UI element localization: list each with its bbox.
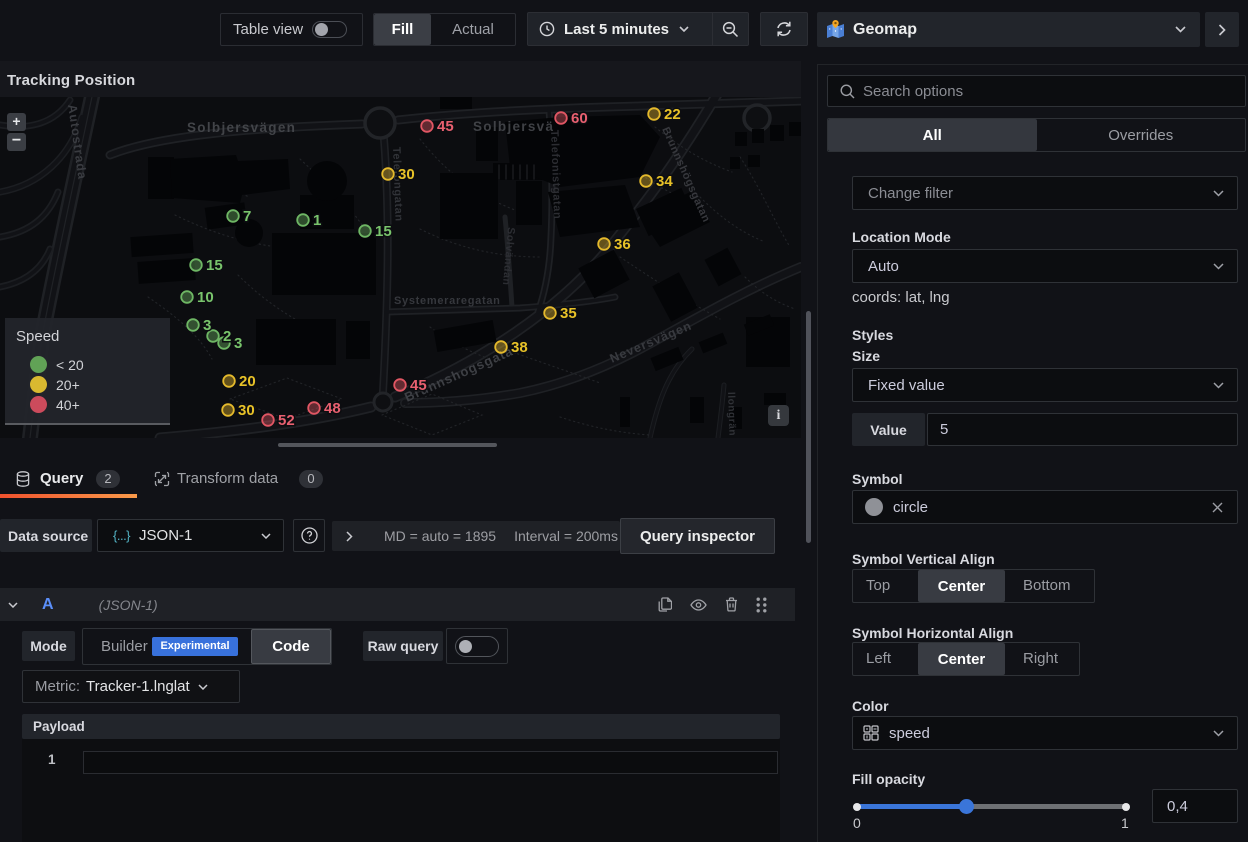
svg-text:3: 3 [234,335,242,352]
svg-text:Telefongatan: Telefongatan [390,147,405,222]
svg-text:15: 15 [375,223,392,240]
svg-text:Solbjersvägen: Solbjersvägen [187,120,296,135]
svg-text:Solbjersvä: Solbjersvä [473,119,554,134]
svg-text:1: 1 [313,212,321,229]
svg-text:20: 20 [239,373,256,390]
svg-text:45: 45 [410,377,427,394]
svg-text:3: 3 [203,317,211,334]
svg-text:22: 22 [664,106,681,123]
svg-text:36: 36 [614,236,631,253]
svg-text:45: 45 [437,118,454,135]
svg-text:7: 7 [243,208,251,225]
svg-text:34: 34 [656,173,673,190]
svg-text:2: 2 [223,328,231,345]
svg-text:35: 35 [560,305,577,322]
svg-text:10: 10 [197,289,214,306]
svg-text:30: 30 [398,166,415,183]
svg-text:38: 38 [511,339,528,356]
svg-text:Solvändan: Solvändan [500,227,517,286]
svg-text:52: 52 [278,412,295,429]
svg-text:48: 48 [324,400,341,417]
svg-text:15: 15 [206,257,223,274]
svg-text:Systemeraregatan: Systemeraregatan [394,295,501,307]
svg-text:30: 30 [238,402,255,419]
svg-text:llongrän: llongrän [725,392,738,437]
svg-text:60: 60 [571,110,588,127]
